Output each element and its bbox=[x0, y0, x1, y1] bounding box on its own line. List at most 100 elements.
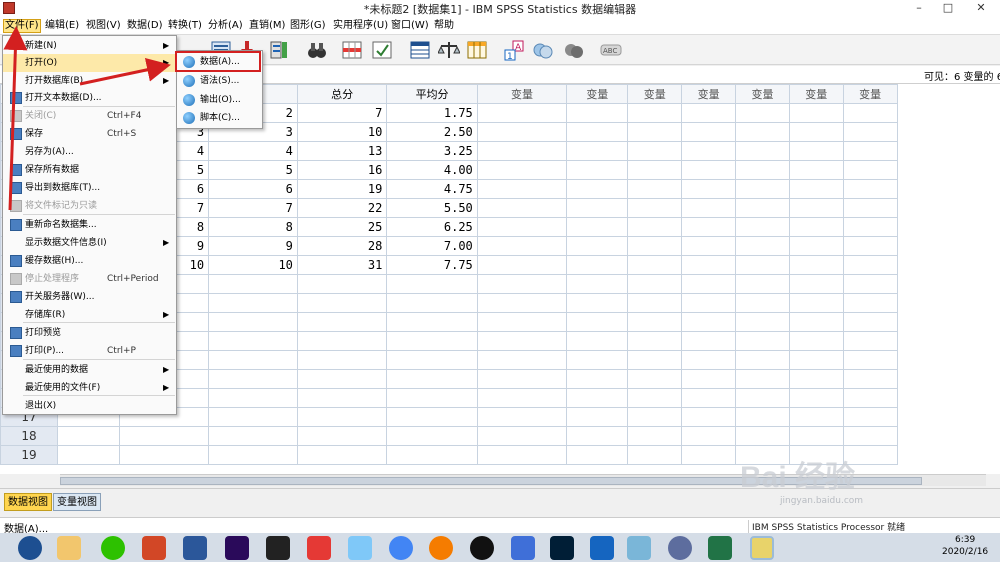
file-menu-item[interactable]: 导出到数据库(T)... bbox=[3, 179, 176, 197]
insert-case-icon[interactable] bbox=[341, 39, 363, 61]
file-menu-item[interactable]: 显示数据文件信息(I) ▶ bbox=[3, 234, 176, 252]
empty-cell[interactable] bbox=[788, 426, 844, 446]
cell-average[interactable]: 4.00 bbox=[386, 160, 478, 180]
empty-cell[interactable] bbox=[681, 331, 737, 351]
cell-total[interactable]: 28 bbox=[296, 236, 388, 256]
empty-cell[interactable] bbox=[788, 122, 844, 142]
empty-cell[interactable] bbox=[788, 369, 844, 389]
find-list-icon[interactable] bbox=[268, 39, 290, 61]
file-explorer-icon[interactable] bbox=[57, 536, 81, 560]
empty-cell[interactable] bbox=[296, 350, 388, 370]
empty-cell[interactable] bbox=[627, 312, 683, 332]
empty-cell[interactable] bbox=[476, 331, 568, 351]
empty-cell[interactable] bbox=[476, 426, 568, 446]
empty-cell[interactable] bbox=[627, 350, 683, 370]
cell-v4[interactable]: 9 bbox=[208, 236, 298, 256]
empty-cell[interactable] bbox=[627, 331, 683, 351]
empty-cell[interactable] bbox=[476, 236, 568, 256]
empty-cell[interactable] bbox=[681, 445, 737, 465]
empty-cell[interactable] bbox=[566, 255, 629, 275]
empty-cell[interactable] bbox=[566, 293, 629, 313]
column-header-empty-var[interactable]: 变量 bbox=[788, 84, 844, 104]
empty-cell[interactable] bbox=[681, 141, 737, 161]
empty-cell[interactable] bbox=[566, 407, 629, 427]
split-file-icon[interactable] bbox=[409, 39, 431, 61]
spell-check-icon[interactable]: ABC bbox=[600, 39, 622, 61]
empty-cell[interactable] bbox=[735, 331, 790, 351]
empty-cell[interactable] bbox=[842, 141, 898, 161]
empty-cell[interactable] bbox=[842, 160, 898, 180]
cell-average[interactable]: 3.25 bbox=[386, 141, 478, 161]
empty-cell[interactable] bbox=[735, 103, 790, 123]
video-editor-icon[interactable] bbox=[266, 536, 290, 560]
empty-cell[interactable] bbox=[627, 198, 683, 218]
word-icon[interactable] bbox=[183, 536, 207, 560]
empty-cell[interactable] bbox=[842, 407, 898, 427]
empty-cell[interactable] bbox=[386, 274, 478, 294]
value-labels-icon[interactable]: A1 bbox=[503, 39, 525, 62]
file-menu-item[interactable]: 开关服务器(W)... bbox=[3, 288, 176, 306]
empty-cell[interactable] bbox=[566, 331, 629, 351]
empty-cell[interactable] bbox=[681, 198, 737, 218]
file-menu-item[interactable]: 打开数据库(B) ▶ bbox=[3, 72, 176, 90]
cell-v4[interactable]: 10 bbox=[208, 255, 298, 275]
empty-cell[interactable] bbox=[56, 426, 121, 446]
column-header-empty-var[interactable]: 变量 bbox=[566, 84, 629, 104]
empty-cell[interactable] bbox=[476, 407, 568, 427]
empty-cell[interactable] bbox=[566, 179, 629, 199]
cell-average[interactable]: 6.25 bbox=[386, 217, 478, 237]
empty-cell[interactable] bbox=[627, 426, 683, 446]
empty-cell[interactable] bbox=[681, 350, 737, 370]
empty-cell[interactable] bbox=[788, 293, 844, 313]
empty-cell[interactable] bbox=[735, 274, 790, 294]
file-menu-item[interactable]: 打印(P)... Ctrl+P bbox=[3, 342, 176, 360]
cell-v4[interactable]: 7 bbox=[208, 198, 298, 218]
submenu-open-data[interactable]: 数据(A)... bbox=[175, 51, 262, 72]
empty-cell[interactable] bbox=[476, 217, 568, 237]
menu-utilities[interactable]: 实用程序(U) bbox=[332, 19, 389, 33]
menu-analyze[interactable]: 分析(A) bbox=[207, 19, 244, 33]
empty-cell[interactable] bbox=[296, 293, 388, 313]
empty-cell[interactable] bbox=[681, 160, 737, 180]
empty-cell[interactable] bbox=[627, 274, 683, 294]
empty-cell[interactable] bbox=[735, 312, 790, 332]
empty-cell[interactable] bbox=[386, 426, 478, 446]
empty-cell[interactable] bbox=[566, 198, 629, 218]
empty-cell[interactable] bbox=[476, 198, 568, 218]
bird-app-icon[interactable] bbox=[348, 536, 372, 560]
empty-cell[interactable] bbox=[476, 103, 568, 123]
empty-cell[interactable] bbox=[788, 407, 844, 427]
chrome-icon[interactable] bbox=[389, 536, 413, 560]
file-menu-item[interactable]: 打开(O) ▶ bbox=[3, 54, 176, 72]
empty-cell[interactable] bbox=[788, 103, 844, 123]
empty-cell[interactable] bbox=[681, 369, 737, 389]
empty-cell[interactable] bbox=[681, 179, 737, 199]
menu-file[interactable]: 文件(F) bbox=[3, 19, 41, 33]
empty-cell[interactable] bbox=[627, 445, 683, 465]
empty-cell[interactable] bbox=[476, 141, 568, 161]
insert-variable-icon[interactable] bbox=[371, 39, 393, 61]
empty-cell[interactable] bbox=[296, 312, 388, 332]
empty-cell[interactable] bbox=[788, 198, 844, 218]
menu-direct-marketing[interactable]: 直销(M) bbox=[248, 19, 286, 33]
tab-data-view[interactable]: 数据视图 bbox=[4, 493, 52, 511]
empty-cell[interactable] bbox=[119, 445, 210, 465]
menu-transform[interactable]: 转换(T) bbox=[167, 19, 203, 33]
wechat-icon[interactable] bbox=[101, 536, 125, 560]
column-header-average[interactable]: 平均分 bbox=[386, 84, 478, 104]
empty-cell[interactable] bbox=[735, 293, 790, 313]
empty-cell[interactable] bbox=[476, 293, 568, 313]
file-menu-item[interactable]: 最近使用的文件(F) ▶ bbox=[3, 379, 176, 397]
qq-icon[interactable] bbox=[470, 536, 494, 560]
empty-cell[interactable] bbox=[208, 426, 298, 446]
empty-cell[interactable] bbox=[627, 369, 683, 389]
empty-cell[interactable] bbox=[735, 407, 790, 427]
empty-cell[interactable] bbox=[208, 445, 298, 465]
empty-cell[interactable] bbox=[842, 426, 898, 446]
file-menu-item[interactable]: 打印预览 bbox=[3, 324, 176, 342]
empty-cell[interactable] bbox=[566, 445, 629, 465]
empty-cell[interactable] bbox=[627, 293, 683, 313]
empty-cell[interactable] bbox=[681, 312, 737, 332]
glass-app-icon[interactable] bbox=[627, 536, 651, 560]
empty-cell[interactable] bbox=[476, 312, 568, 332]
